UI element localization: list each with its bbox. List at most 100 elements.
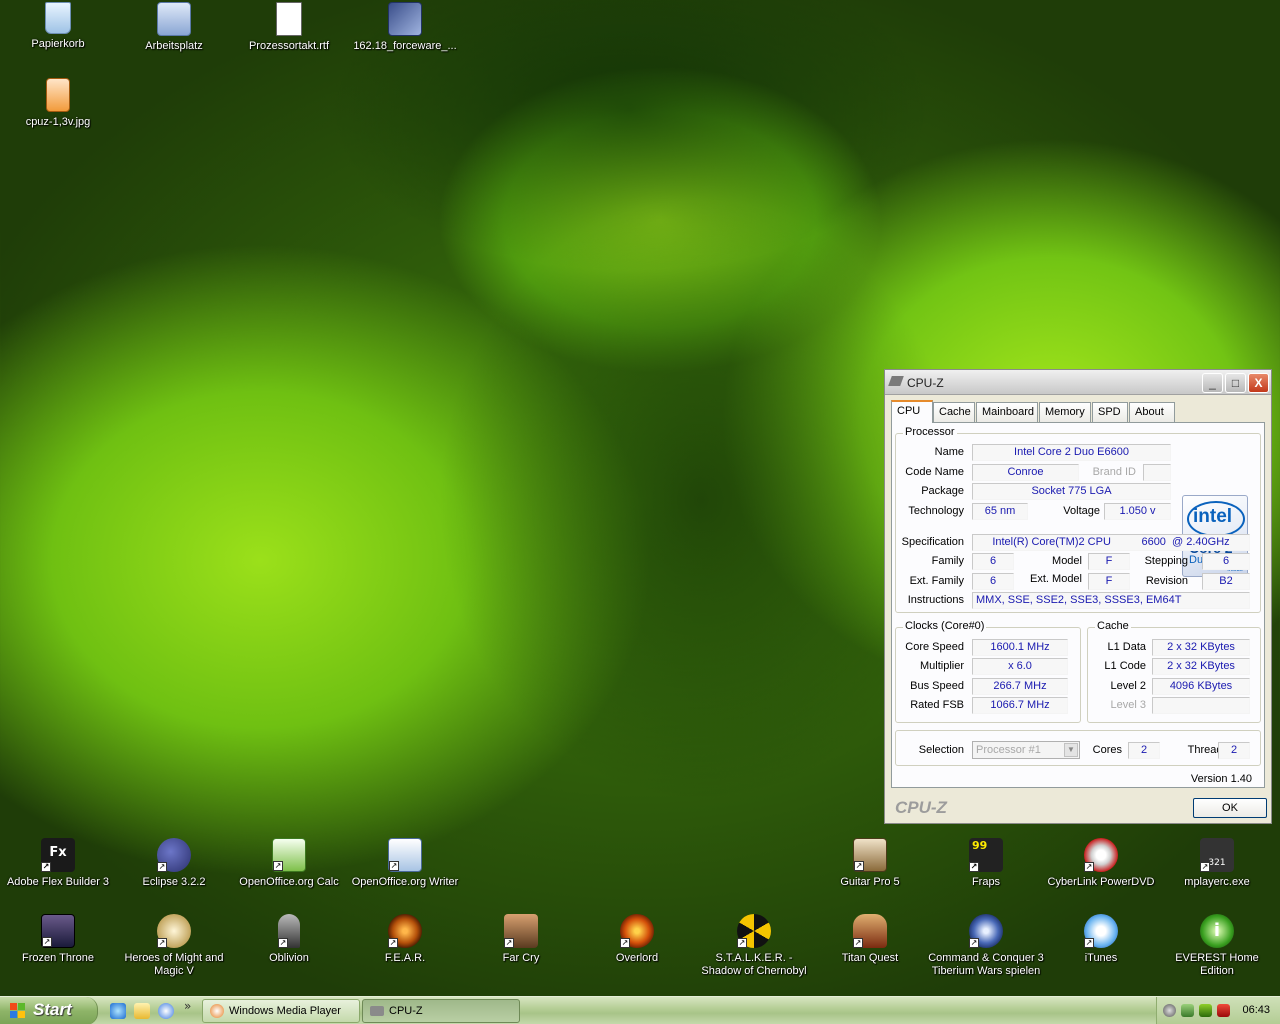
cpuz-titlebar[interactable]: CPU-Z _ □ X bbox=[885, 370, 1271, 395]
oblivion-icon: ↗ bbox=[278, 914, 300, 948]
family-label: Family bbox=[931, 555, 964, 567]
maximize-button[interactable]: □ bbox=[1225, 373, 1246, 393]
shortcut-arrow-icon: ↗ bbox=[389, 861, 399, 871]
taskbar-item-media-player[interactable]: Windows Media Player bbox=[202, 999, 360, 1023]
group-title: Clocks (Core#0) bbox=[903, 620, 987, 632]
desktop-icon-label: Frozen Throne bbox=[22, 952, 94, 964]
shortcut-arrow-icon: ↗ bbox=[620, 938, 630, 948]
taskbar-item-cpuz[interactable]: CPU-Z bbox=[362, 999, 520, 1023]
shortcut-arrow-icon: ↗ bbox=[42, 937, 52, 947]
desktop-icon-label: Arbeitsplatz bbox=[145, 40, 203, 52]
eclipse-icon: ↗ bbox=[157, 838, 191, 872]
level2-value: 4096 KBytes bbox=[1152, 678, 1250, 695]
flex-builder-icon: Fx ↗ bbox=[41, 838, 75, 872]
itunes-icon: ↗ bbox=[1084, 914, 1118, 948]
desktop-icon-guitar-pro[interactable]: ↗ Guitar Pro 5 bbox=[812, 838, 928, 889]
cores-label: Cores bbox=[1092, 744, 1122, 756]
desktop-icon-prozessortakt[interactable]: Prozessortakt.rtf bbox=[231, 2, 347, 53]
folder-icon[interactable] bbox=[134, 1003, 150, 1019]
desktop-icon-powerdvd[interactable]: ↗ CyberLink PowerDVD bbox=[1043, 838, 1159, 889]
desktop-icon-my-computer[interactable]: Arbeitsplatz bbox=[116, 2, 232, 53]
start-button[interactable]: Start bbox=[0, 997, 98, 1024]
ok-button[interactable]: OK bbox=[1193, 798, 1267, 818]
desktop-icon-overlord[interactable]: ↗ Overlord bbox=[579, 914, 695, 965]
desktop: Papierkorb Arbeitsplatz Prozessortakt.rt… bbox=[0, 0, 1280, 996]
tab-mainboard[interactable]: Mainboard bbox=[976, 402, 1038, 422]
selection-label: Selection bbox=[918, 744, 964, 756]
processor-select[interactable]: Processor #1 ▼ bbox=[972, 741, 1080, 759]
threads-value: 2 bbox=[1218, 742, 1250, 759]
desktop-icon-label: Command & Conquer 3 Tiberium Wars spiele… bbox=[928, 952, 1044, 977]
desktop-icon-flex-builder[interactable]: Fx ↗ Adobe Flex Builder 3 bbox=[0, 838, 116, 889]
multiplier-value: x 6.0 bbox=[972, 658, 1068, 675]
package-label: Package bbox=[921, 485, 964, 497]
brandid-label: Brand ID bbox=[1092, 466, 1136, 478]
desktop-icon-heroes-5[interactable]: ↗ Heroes of Might and Magic V bbox=[116, 914, 232, 978]
desktop-icon-label: Eclipse 3.2.2 bbox=[142, 876, 206, 888]
desktop-icon-label: Overlord bbox=[615, 952, 659, 964]
desktop-icon-oblivion[interactable]: ↗ Oblivion bbox=[231, 914, 347, 965]
quicklaunch-chevron[interactable]: » bbox=[184, 999, 191, 1013]
shortcut-arrow-icon: ↗ bbox=[853, 938, 863, 948]
desktop-icon-label: S.T.A.L.K.E.R. - Shadow of Chernobyl bbox=[701, 952, 807, 977]
windows-logo-icon bbox=[10, 1003, 26, 1019]
taskbar: Start » Windows Media Player CPU-Z 06:43 bbox=[0, 996, 1280, 1024]
shortcut-arrow-icon: ↗ bbox=[41, 862, 51, 872]
desktop-icon-fraps[interactable]: 99 ↗ Fraps bbox=[928, 838, 1044, 889]
level2-label: Level 2 bbox=[1110, 680, 1146, 692]
cpuz-window[interactable]: CPU-Z _ □ X CPU Cache Mainboard Memory S… bbox=[884, 369, 1272, 824]
tray-shield-icon[interactable] bbox=[1163, 1004, 1176, 1017]
desktop-icon-oo-calc[interactable]: ↗ OpenOffice.org Calc bbox=[231, 838, 347, 889]
tray-nvidia-icon[interactable] bbox=[1199, 1004, 1212, 1017]
desktop-icon-oo-writer[interactable]: ↗ OpenOffice.org Writer bbox=[347, 838, 463, 889]
shortcut-arrow-icon: ↗ bbox=[273, 861, 283, 871]
desktop-icon-cnc3[interactable]: ↗ Command & Conquer 3 Tiberium Wars spie… bbox=[928, 914, 1044, 978]
desktop-icon-cpuz-jpg[interactable]: cpuz-1,3v.jpg bbox=[0, 78, 116, 129]
close-button[interactable]: X bbox=[1248, 373, 1269, 393]
desktop-icon-forceware[interactable]: 162.18_forceware_... bbox=[347, 2, 463, 53]
everest-info-icon: i bbox=[1200, 914, 1234, 948]
media-player-icon[interactable] bbox=[158, 1003, 174, 1019]
package-value: Socket 775 LGA bbox=[972, 483, 1171, 500]
l1-data-value: 2 x 32 KBytes bbox=[1152, 639, 1250, 656]
desktop-icon-fear[interactable]: ↗ F.E.A.R. bbox=[347, 914, 463, 965]
writer-document-icon: ↗ bbox=[388, 838, 422, 872]
tab-cpu[interactable]: CPU bbox=[891, 400, 933, 423]
minimize-button[interactable]: _ bbox=[1202, 373, 1223, 393]
desktop-icon-eclipse[interactable]: ↗ Eclipse 3.2.2 bbox=[116, 838, 232, 889]
desktop-icon-stalker[interactable]: ↗ S.T.A.L.K.E.R. - Shadow of Chernobyl bbox=[696, 914, 812, 978]
frozen-throne-icon: ↗ bbox=[41, 914, 75, 948]
stepping-label: Stepping bbox=[1144, 555, 1188, 567]
desktop-icon-itunes[interactable]: ↗ iTunes bbox=[1043, 914, 1159, 965]
shortcut-arrow-icon: ↗ bbox=[1084, 862, 1094, 872]
system-tray: 06:43 bbox=[1156, 997, 1280, 1024]
ie-icon[interactable] bbox=[110, 1003, 126, 1019]
desktop-icon-mplayerc[interactable]: 321 ↗ mplayerc.exe bbox=[1159, 838, 1275, 889]
tray-network-icon[interactable] bbox=[1181, 1004, 1194, 1017]
instructions-label: Instructions bbox=[907, 594, 964, 606]
tab-memory[interactable]: Memory bbox=[1039, 402, 1091, 422]
desktop-icon-recycle-bin[interactable]: Papierkorb bbox=[0, 2, 116, 51]
name-value: Intel Core 2 Duo E6600 bbox=[972, 444, 1171, 461]
desktop-icon-label: EVEREST Home Edition bbox=[1175, 952, 1259, 977]
tab-spd[interactable]: SPD bbox=[1092, 402, 1128, 422]
bus-speed-value: 266.7 MHz bbox=[972, 678, 1068, 695]
tab-cache[interactable]: Cache bbox=[933, 402, 975, 422]
desktop-icon-frozen-throne[interactable]: ↗ Frozen Throne bbox=[0, 914, 116, 965]
chevron-down-icon[interactable]: ▼ bbox=[1064, 743, 1078, 757]
desktop-icon-label: OpenOffice.org Calc bbox=[239, 876, 339, 888]
ext-model-value: F bbox=[1088, 573, 1130, 590]
desktop-icon-label: mplayerc.exe bbox=[1184, 876, 1250, 888]
desktop-icon-label: cpuz-1,3v.jpg bbox=[25, 116, 91, 128]
shortcut-arrow-icon: ↗ bbox=[157, 938, 167, 948]
spreadsheet-icon: ↗ bbox=[272, 838, 306, 872]
desktop-icon-everest[interactable]: i EVEREST Home Edition bbox=[1159, 914, 1275, 978]
window-title: CPU-Z bbox=[907, 376, 944, 390]
desktop-icon-far-cry[interactable]: ↗ Far Cry bbox=[463, 914, 579, 965]
tray-antivirus-icon[interactable] bbox=[1217, 1004, 1230, 1017]
desktop-icon-titan-quest[interactable]: ↗ Titan Quest bbox=[812, 914, 928, 965]
recycle-bin-icon bbox=[45, 2, 71, 34]
titan-quest-icon: ↗ bbox=[853, 914, 887, 948]
desktop-icon-label: CyberLink PowerDVD bbox=[1047, 876, 1155, 888]
tab-about[interactable]: About bbox=[1129, 402, 1175, 422]
